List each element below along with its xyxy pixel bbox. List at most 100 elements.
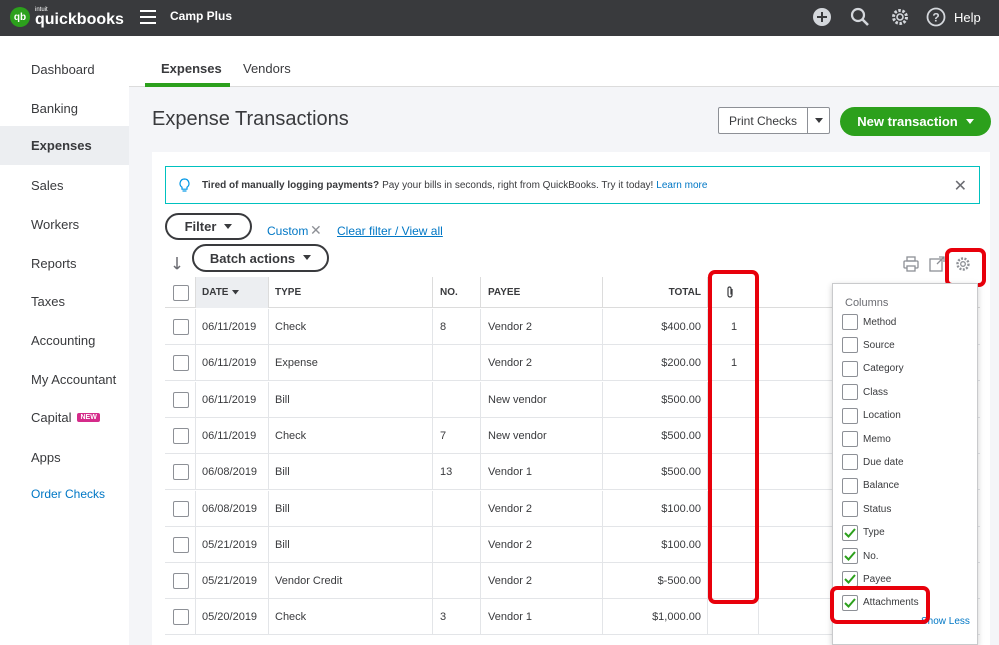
column-checkbox[interactable] <box>842 571 858 588</box>
svg-text:?: ? <box>932 11 939 25</box>
row-checkbox[interactable] <box>173 609 189 626</box>
row-checkbox[interactable] <box>173 391 189 408</box>
column-option-label: Status <box>863 503 892 515</box>
top-bar: qb intuit quickbooks Camp Plus ? Help <box>0 0 999 36</box>
column-divider <box>602 490 603 527</box>
column-option-label: Due date <box>863 456 904 468</box>
clear-filter-link[interactable]: Clear filter / View all <box>337 224 443 238</box>
sidebar-item-label: Dashboard <box>31 62 95 77</box>
column-divider <box>268 526 269 563</box>
promo-banner: Tired of manually logging payments? Pay … <box>165 166 980 204</box>
column-divider <box>268 309 269 345</box>
column-option-no[interactable]: No. <box>842 547 879 565</box>
checkmark-icon <box>844 551 856 561</box>
help-icon[interactable]: ? <box>925 6 947 28</box>
row-checkbox[interactable] <box>173 573 189 590</box>
column-option-due-date[interactable]: Due date <box>842 453 904 471</box>
sidebar-item-label: Banking <box>31 101 78 116</box>
column-option-balance[interactable]: Balance <box>842 477 899 495</box>
quickbooks-logo[interactable]: qb intuit quickbooks <box>10 7 124 28</box>
column-checkbox[interactable] <box>842 454 858 471</box>
column-checkbox[interactable] <box>842 524 858 541</box>
column-divider <box>268 381 269 418</box>
gear-icon[interactable] <box>889 6 911 28</box>
column-header-payee[interactable]: PAYEE <box>488 277 520 308</box>
new-transaction-button[interactable]: New transaction <box>840 107 991 136</box>
column-divider <box>268 345 269 382</box>
export-icon[interactable] <box>929 256 945 272</box>
row-checkbox[interactable] <box>173 355 189 372</box>
print-icon[interactable] <box>903 256 919 272</box>
column-header-no[interactable]: NO. <box>440 277 458 308</box>
column-checkbox[interactable] <box>842 407 858 424</box>
column-option-status[interactable]: Status <box>842 500 891 518</box>
column-option-method[interactable]: Method <box>842 313 896 331</box>
column-divider <box>707 599 708 636</box>
row-checkbox[interactable] <box>173 464 189 481</box>
tab-expenses[interactable]: Expenses <box>161 61 222 76</box>
row-checkbox[interactable] <box>173 536 189 553</box>
column-checkbox[interactable] <box>842 337 858 354</box>
sidebar-item-capital[interactable]: Capital NEW <box>0 398 129 437</box>
cell-type: Check <box>275 429 307 442</box>
tab-vendors[interactable]: Vendors <box>243 61 291 76</box>
sidebar-item-my-accountant[interactable]: My Accountant <box>0 360 129 399</box>
print-checks-dropdown-button[interactable] <box>807 107 830 134</box>
custom-filter-chip[interactable]: Custom <box>267 224 308 238</box>
hamburger-menu-icon[interactable] <box>140 10 156 24</box>
cell-date: 05/21/2019 <box>202 575 258 588</box>
column-divider <box>480 277 481 308</box>
sidebar-item-workers[interactable]: Workers <box>0 205 129 244</box>
cell-type: Check <box>275 611 307 624</box>
cell-type: Bill <box>275 393 290 406</box>
sidebar-item-banking[interactable]: Banking <box>0 89 129 128</box>
sidebar-item-apps[interactable]: Apps <box>0 438 129 477</box>
column-option-location[interactable]: Location <box>842 407 901 425</box>
plus-circle-icon[interactable] <box>811 6 833 28</box>
filter-button[interactable]: Filter <box>165 213 252 240</box>
learn-more-link[interactable]: Learn more <box>656 180 707 191</box>
column-checkbox[interactable] <box>842 360 858 377</box>
sidebar-item-sales[interactable]: Sales <box>0 166 129 205</box>
row-checkbox[interactable] <box>173 319 189 335</box>
help-label[interactable]: Help <box>954 10 981 25</box>
column-option-memo[interactable]: Memo <box>842 430 891 448</box>
column-option-type[interactable]: Type <box>842 524 885 542</box>
search-icon[interactable] <box>849 6 871 28</box>
column-header-type[interactable]: TYPE <box>275 277 301 308</box>
column-header-total[interactable]: TOTAL <box>605 277 701 308</box>
column-option-category[interactable]: Category <box>842 360 904 378</box>
column-checkbox[interactable] <box>842 314 858 330</box>
column-checkbox[interactable] <box>842 501 858 518</box>
row-checkbox[interactable] <box>173 427 189 444</box>
cell-date: 06/11/2019 <box>202 321 257 333</box>
sidebar-item-order-checks[interactable]: Order Checks <box>0 474 129 513</box>
sidebar-item-dashboard[interactable]: Dashboard <box>0 50 129 89</box>
column-divider <box>602 599 603 636</box>
column-checkbox[interactable] <box>842 548 858 564</box>
select-all-checkbox[interactable] <box>173 285 189 301</box>
batch-arrow-icon <box>173 257 181 270</box>
sidebar-item-reports[interactable]: Reports <box>0 244 129 283</box>
remove-filter-icon[interactable]: ✕ <box>310 222 322 239</box>
column-checkbox[interactable] <box>842 431 858 447</box>
sidebar-item-taxes[interactable]: Taxes <box>0 282 129 321</box>
sidebar-item-label: Expenses <box>31 138 92 153</box>
batch-actions-button[interactable]: Batch actions <box>192 244 329 272</box>
active-tab-indicator <box>145 83 230 87</box>
column-option-source[interactable]: Source <box>842 336 895 354</box>
column-checkbox[interactable] <box>842 477 858 494</box>
column-option-class[interactable]: Class <box>842 383 888 401</box>
cell-date: 05/21/2019 <box>202 538 258 551</box>
cell-total: $400.00 <box>661 321 701 333</box>
column-option-label: Balance <box>863 480 900 492</box>
row-checkbox[interactable] <box>173 500 189 517</box>
column-header-date[interactable]: DATE <box>196 277 268 308</box>
column-divider <box>268 599 269 636</box>
column-divider <box>195 599 196 636</box>
print-checks-button[interactable]: Print Checks <box>718 107 808 134</box>
sidebar-item-accounting[interactable]: Accounting <box>0 321 129 360</box>
column-checkbox[interactable] <box>842 384 858 401</box>
close-icon[interactable]: ✕ <box>954 176 967 196</box>
sidebar-item-expenses[interactable]: Expenses <box>0 126 129 165</box>
